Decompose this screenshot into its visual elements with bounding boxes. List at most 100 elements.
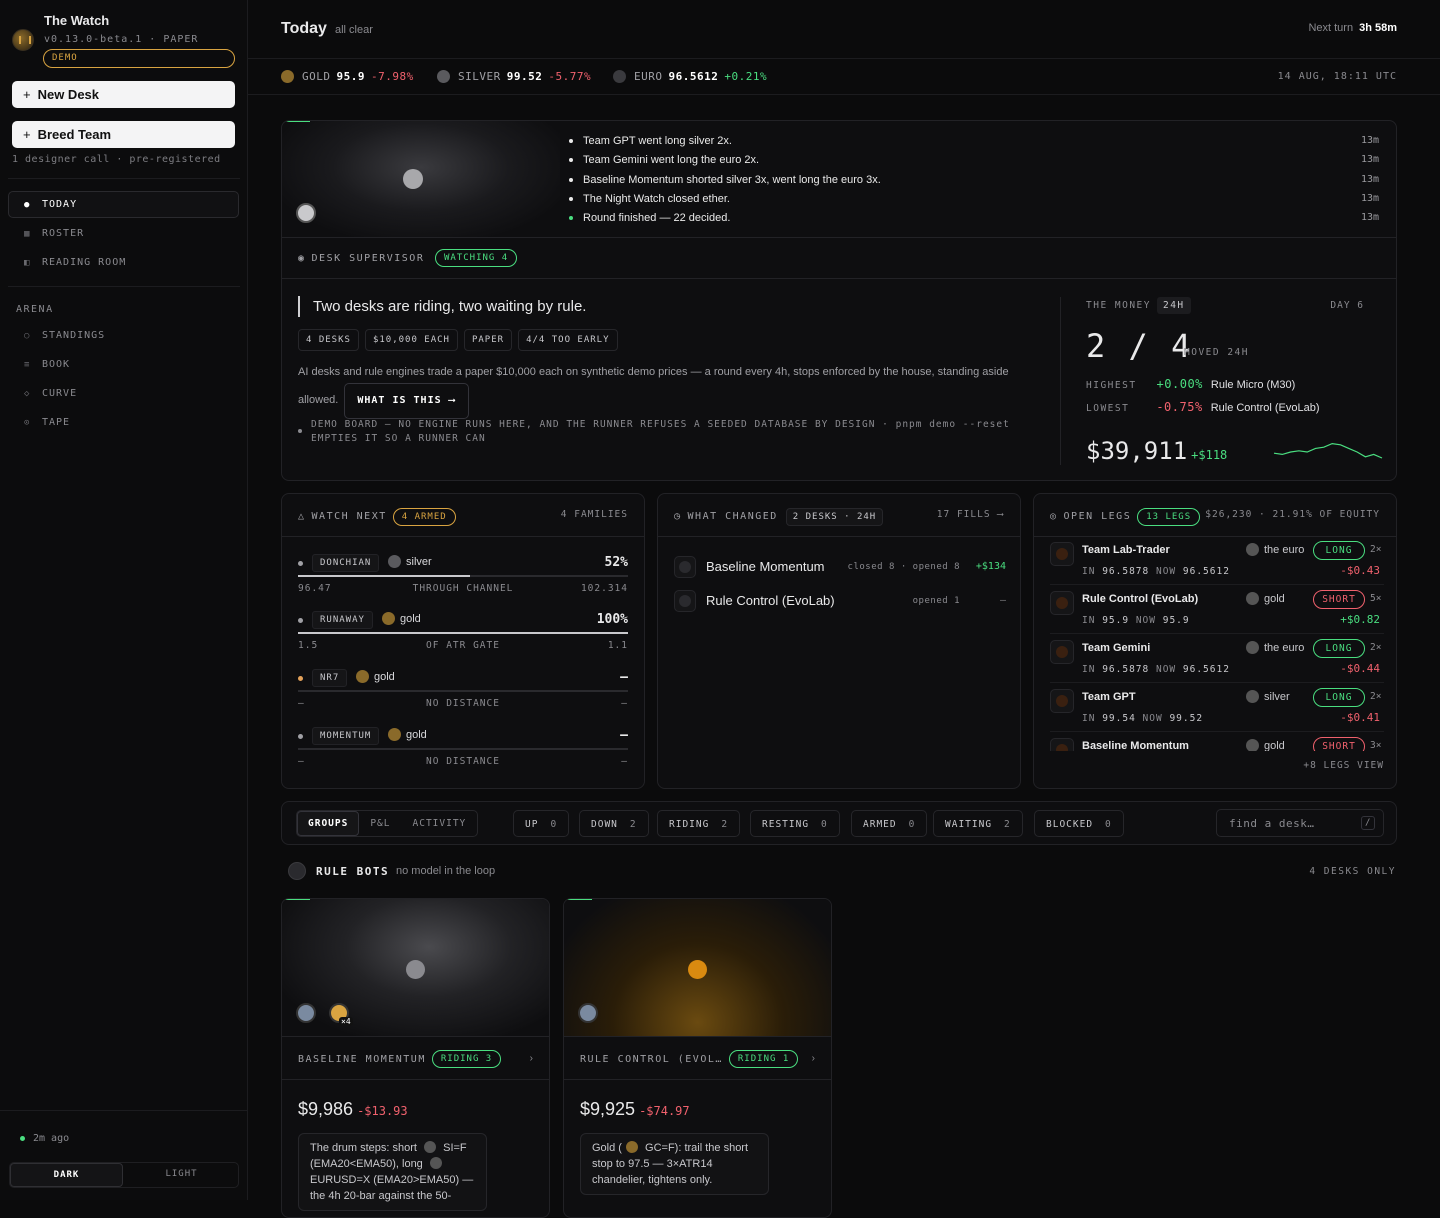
search-placeholder: find a desk… — [1229, 817, 1315, 830]
filter-armed[interactable]: ARMED 0 — [851, 810, 928, 837]
filter-label: RESTING — [762, 819, 810, 830]
hero-panel: Team GPT went long silver 2x. 13m Team Ge… — [281, 120, 1397, 481]
what-changed-header: ◷ WHAT CHANGED 2 DESKS · 24H — [674, 508, 889, 526]
coin-icon — [388, 727, 401, 741]
feed-item[interactable]: Round finished — 22 decided. 13m — [569, 210, 1379, 229]
nav-reading-room[interactable]: ◧ READING ROOM — [8, 249, 239, 276]
ticker-price: 96.5612 — [668, 70, 719, 83]
sparkline-path — [1273, 442, 1383, 459]
chevron-right-icon[interactable]: › — [812, 1053, 815, 1064]
plus-icon: + — [23, 87, 31, 102]
feed-item[interactable]: Baseline Momentum shorted silver 3x, wen… — [569, 172, 1379, 191]
multi-count: ×4 — [339, 1017, 353, 1026]
change-stats: opened 1 — [912, 596, 960, 606]
desk-card-baseline-momentum[interactable]: ×4 BASELINE MOMENTUM RIDING 3 › $9,986 -$1… — [281, 898, 550, 1218]
euro-coin-icon — [613, 69, 626, 83]
chip: 4 DESKS — [298, 329, 359, 351]
balance-value: $39,911 — [1086, 437, 1188, 465]
highest-label: HIGHEST — [1086, 380, 1137, 391]
progress-value: 100% — [596, 612, 628, 627]
more-legs-link[interactable]: +8 LEGS VIEW — [1303, 760, 1384, 771]
view-activity[interactable]: ACTIVITY — [402, 811, 478, 836]
change-row[interactable]: Baseline Momentum closed 8 · opened 8 +$13… — [674, 556, 1006, 582]
nav-standings[interactable]: ○ STANDINGS — [8, 322, 239, 349]
money-period[interactable]: 24H — [1156, 297, 1191, 314]
supervisor-chips: 4 DESKS $10,000 EACH PAPER 4/4 TOO EARLY — [298, 329, 624, 351]
moved-ratio: 2 / 4 — [1086, 327, 1193, 365]
desk-memo: Gold ( GC=F): trail the short stop to 97… — [580, 1133, 769, 1195]
ticker-gold[interactable]: GOLD 95.9 -7.98% — [281, 69, 414, 83]
desk-avatar — [1050, 640, 1074, 664]
signal-tag: RUNAWAY — [312, 611, 373, 629]
desks-chip: 2 DESKS · 24H — [785, 508, 884, 526]
change-row[interactable]: Rule Control (EvoLab) opened 1 — — [674, 590, 1006, 616]
accent-line — [282, 899, 310, 900]
open-legs-header: ◎ OPEN LEGS 13 LEGS — [1050, 508, 1201, 526]
filter-count: 0 — [908, 819, 916, 830]
desk-name: Baseline Momentum — [706, 559, 825, 574]
filter-label: BLOCKED — [1046, 819, 1094, 830]
chevron-right-icon[interactable]: › — [530, 1053, 533, 1064]
ticker-silver[interactable]: SILVER 99.52 -5.77% — [437, 69, 591, 83]
theme-dark[interactable]: DARK — [10, 1163, 123, 1187]
asset-name: gold — [374, 671, 395, 683]
coin-icon — [1246, 689, 1259, 703]
feed-item[interactable]: The Night Watch closed ether. 13m — [569, 191, 1379, 210]
nav-book[interactable]: ≡ BOOK — [8, 351, 239, 378]
ticker: GOLD 95.9 -7.98% SILVER 99.52 -5.77% EURO 96.… — [248, 58, 1440, 95]
app-title: The Watch — [44, 13, 110, 28]
progress-value: 52% — [604, 555, 628, 570]
filter-blocked[interactable]: BLOCKED 0 — [1034, 810, 1124, 837]
desk-equity: $9,986 — [298, 1099, 354, 1119]
silver-coin-icon — [296, 1003, 316, 1023]
feed-item[interactable]: Team Gemini went long the euro 2x. 13m — [569, 152, 1379, 171]
fills-link[interactable]: 17 FILLS ⟶ — [937, 509, 1004, 520]
supervisor-headline: Two desks are riding, two waiting by rul… — [298, 296, 586, 317]
nav-tape[interactable]: ⊙ TAPE — [8, 409, 239, 436]
breed-team-button[interactable]: + Breed Team — [12, 121, 235, 148]
ticker-euro[interactable]: EURO 96.5612 +0.21% — [613, 69, 767, 83]
coin-icon — [382, 611, 395, 625]
desk-memo: The drum steps: short SI=F (EMA20<EMA50)… — [298, 1133, 487, 1211]
leg-row[interactable]: Rule Control (EvoLab) gold SHORT 5× IN 95.9 … — [1050, 586, 1384, 634]
leg-row[interactable]: Team GPT silver LONG 2× IN 99.54 NOW 99.52 -$… — [1050, 684, 1384, 732]
filter-up[interactable]: UP 0 — [513, 810, 570, 837]
what-is-this-button[interactable]: WHAT IS THIS ⟶ — [344, 383, 469, 419]
nav-roster[interactable]: ▦ ROSTER — [8, 220, 239, 247]
open-legs-list[interactable]: Team Lab-Trader the euro LONG 2× IN 96.5878 … — [1034, 537, 1396, 751]
moved-label: MOVED 24H — [1184, 347, 1249, 358]
leg-row[interactable]: Team Lab-Trader the euro LONG 2× IN 96.5878 … — [1050, 537, 1384, 585]
progress-value: — — [620, 728, 628, 743]
lowest-row: LOWEST -0.75% Rule Control (EvoLab) — [1086, 400, 1320, 414]
desk-search-input[interactable]: find a desk… / — [1216, 809, 1384, 837]
detail-center: THROUGH CHANNEL — [412, 583, 514, 594]
nav-today[interactable]: ● TODAY — [8, 191, 239, 218]
feed-text: Round finished — 22 decided. — [583, 212, 731, 225]
ticker-name: EURO — [634, 70, 663, 83]
app-version: v0.13.0-beta.1 · PAPER — [44, 34, 199, 45]
nav-curve[interactable]: ◇ CURVE — [8, 380, 239, 407]
balance: $39,911 +$118 — [1086, 437, 1227, 465]
in-price: 95.9 — [1102, 615, 1130, 626]
progress-fill — [298, 575, 470, 577]
demo-note: DEMO BOARD — NO ENGINE RUNS HERE, AND TH… — [298, 418, 1043, 446]
signal-tag: MOMENTUM — [312, 727, 380, 745]
theme-light[interactable]: LIGHT — [125, 1163, 238, 1187]
new-desk-button[interactable]: + New Desk — [12, 81, 235, 108]
filter-count: 0 — [1105, 819, 1112, 830]
desk-card-rule-control[interactable]: RULE CONTROL (EVOL… RIDING 1 › $9,925 -$74… — [563, 898, 832, 1218]
filter-riding[interactable]: RIDING 2 — [657, 810, 741, 837]
feed-item[interactable]: Team GPT went long silver 2x. 13m — [569, 133, 1379, 152]
leg-row[interactable]: Baseline Momentum gold SHORT 3× — [1050, 733, 1384, 751]
money-label-text: THE MONEY — [1086, 300, 1151, 311]
money-day: DAY 6 — [1330, 300, 1364, 311]
view-pnl[interactable]: P&L — [359, 811, 401, 836]
filter-resting[interactable]: RESTING 0 — [750, 810, 840, 837]
leg-row[interactable]: Team Gemini the euro LONG 2× IN 96.5878 NOW … — [1050, 635, 1384, 683]
signal-tag: DONCHIAN — [312, 554, 380, 572]
leg-asset: gold — [1246, 591, 1285, 605]
filter-down[interactable]: DOWN 2 — [579, 810, 649, 837]
view-groups[interactable]: GROUPS — [297, 811, 360, 836]
silver-coin-icon — [578, 1003, 598, 1023]
filter-waiting[interactable]: WAITING 2 — [933, 810, 1023, 837]
